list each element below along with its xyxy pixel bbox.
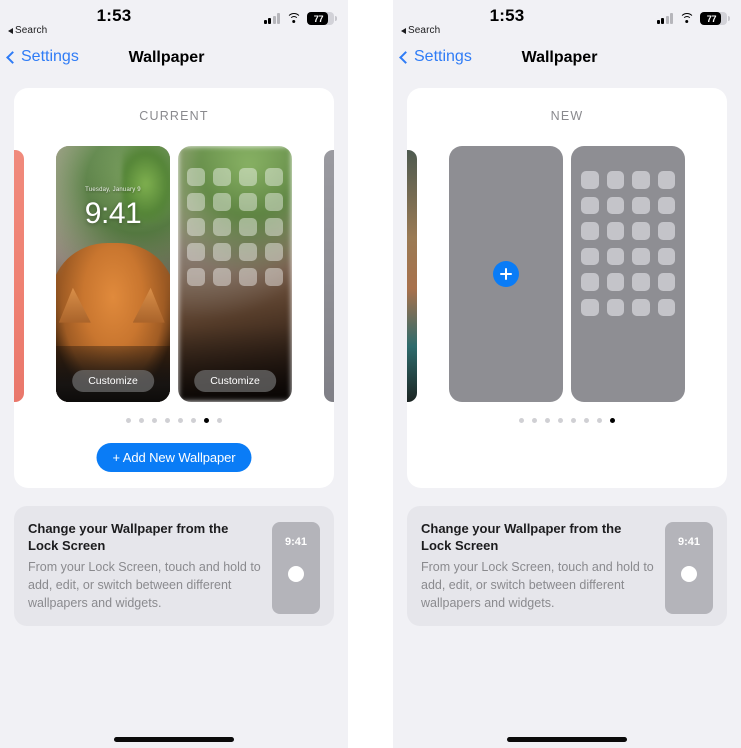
plus-icon[interactable]	[493, 261, 519, 287]
home-screen-icon-grid	[187, 168, 283, 286]
comparison-stage: Search 1:53 77 Settings Wallpaper CURREN…	[0, 0, 741, 748]
page-dot[interactable]	[191, 418, 196, 423]
page-dot[interactable]	[610, 418, 615, 423]
page-dot[interactable]	[178, 418, 183, 423]
page-dot[interactable]	[584, 418, 589, 423]
cellular-bars-icon	[263, 13, 280, 24]
tip-thumbnail-time: 9:41	[677, 536, 701, 548]
lock-screen-tip-card: Change your Wallpaper from the Lock Scre…	[407, 506, 727, 626]
touch-indicator-icon	[681, 566, 697, 582]
gallery-section-label: CURRENT	[139, 109, 209, 123]
tip-title: Change your Wallpaper from the Lock Scre…	[28, 521, 229, 554]
lock-screen-artwork	[56, 146, 170, 402]
status-bar: Search 1:53 77	[393, 0, 741, 40]
carousel-page-dots[interactable]	[407, 418, 727, 423]
tip-title: Change your Wallpaper from the Lock Scre…	[421, 521, 622, 554]
wifi-icon	[679, 13, 694, 24]
page-dot[interactable]	[532, 418, 537, 423]
page-dot[interactable]	[139, 418, 144, 423]
status-back-label: Search	[15, 25, 48, 36]
tip-phone-thumbnail: 9:41	[665, 522, 713, 614]
status-back-to-search[interactable]: Search	[8, 25, 47, 36]
battery-icon: 77	[700, 12, 730, 25]
home-screen-artwork	[178, 146, 292, 402]
page-dot[interactable]	[217, 418, 222, 423]
home-indicator[interactable]	[507, 737, 627, 742]
lock-screen-tip-card: Change your Wallpaper from the Lock Scre…	[14, 506, 334, 626]
nav-bar: Settings Wallpaper	[393, 40, 741, 82]
status-back-to-search[interactable]: Search	[401, 25, 440, 36]
page-dot[interactable]	[558, 418, 563, 423]
new-home-screen-placeholder[interactable]	[571, 146, 685, 402]
carousel-page-dots[interactable]	[14, 418, 334, 423]
wallpaper-gallery-card: CURRENT Tuesday, January 9 9:41 Customiz…	[14, 88, 334, 488]
home-indicator[interactable]	[114, 737, 234, 742]
customize-lock-screen-button[interactable]: Customize	[72, 370, 154, 392]
page-dot[interactable]	[519, 418, 524, 423]
tip-text-block: Change your Wallpaper from the Lock Scre…	[28, 520, 262, 613]
carousel-edge-previous[interactable]	[407, 150, 417, 402]
page-dot[interactable]	[571, 418, 576, 423]
page-dot[interactable]	[165, 418, 170, 423]
carousel-edge-previous[interactable]	[14, 150, 24, 402]
customize-home-screen-button[interactable]: Customize	[194, 370, 276, 392]
tip-text-block: Change your Wallpaper from the Lock Scre…	[421, 520, 655, 613]
page-dot[interactable]	[545, 418, 550, 423]
battery-icon: 77	[307, 12, 337, 25]
status-back-label: Search	[408, 25, 441, 36]
cellular-bars-icon	[656, 13, 673, 24]
status-indicators: 77	[656, 12, 730, 25]
status-bar: Search 1:53 77	[0, 0, 348, 40]
page-dot[interactable]	[126, 418, 131, 423]
content-area: CURRENT Tuesday, January 9 9:41 Customiz…	[0, 88, 348, 626]
battery-percent-label: 77	[706, 13, 717, 24]
phone-screen-current: Search 1:53 77 Settings Wallpaper CURREN…	[0, 0, 348, 748]
home-screen-preview[interactable]: Customize	[178, 146, 292, 402]
nav-bar: Settings Wallpaper	[0, 40, 348, 82]
page-dot[interactable]	[152, 418, 157, 423]
tip-body: From your Lock Screen, touch and hold to…	[421, 560, 654, 610]
add-new-wallpaper-button[interactable]: + Add New Wallpaper	[96, 443, 252, 472]
tip-phone-thumbnail: 9:41	[272, 522, 320, 614]
page-dot[interactable]	[204, 418, 209, 423]
current-wallpaper-pair: Tuesday, January 9 9:41 Customize Custom…	[56, 146, 292, 402]
page-title: Wallpaper	[128, 49, 205, 66]
lock-screen-preview[interactable]: Tuesday, January 9 9:41 Customize	[56, 146, 170, 402]
placeholder-icon-grid	[581, 171, 675, 316]
tip-body: From your Lock Screen, touch and hold to…	[28, 560, 261, 610]
back-triangle-icon	[8, 27, 13, 34]
wallpaper-carousel[interactable]: Tuesday, January 9 9:41 Customize Custom…	[14, 146, 334, 402]
back-triangle-icon	[401, 27, 406, 34]
touch-indicator-icon	[288, 566, 304, 582]
status-indicators: 77	[263, 12, 337, 25]
new-lock-screen-placeholder[interactable]	[449, 146, 563, 402]
wifi-icon	[286, 13, 301, 24]
page-title: Wallpaper	[521, 49, 598, 66]
new-wallpaper-pair	[449, 146, 685, 402]
lock-screen-date: Tuesday, January 9	[85, 186, 141, 193]
tip-thumbnail-time: 9:41	[284, 536, 308, 548]
page-dot[interactable]	[597, 418, 602, 423]
phone-screen-new: Search 1:53 77 Settings Wallpaper NEW Ch…	[393, 0, 741, 748]
wallpaper-gallery-card: NEW	[407, 88, 727, 488]
gallery-section-label: NEW	[550, 109, 584, 123]
wallpaper-carousel[interactable]	[407, 146, 727, 402]
lock-screen-time: 9:41	[84, 197, 142, 231]
battery-percent-label: 77	[313, 13, 324, 24]
carousel-edge-next[interactable]	[324, 150, 334, 402]
content-area: NEW Change your Wallpaper from the Lock …	[393, 88, 741, 626]
